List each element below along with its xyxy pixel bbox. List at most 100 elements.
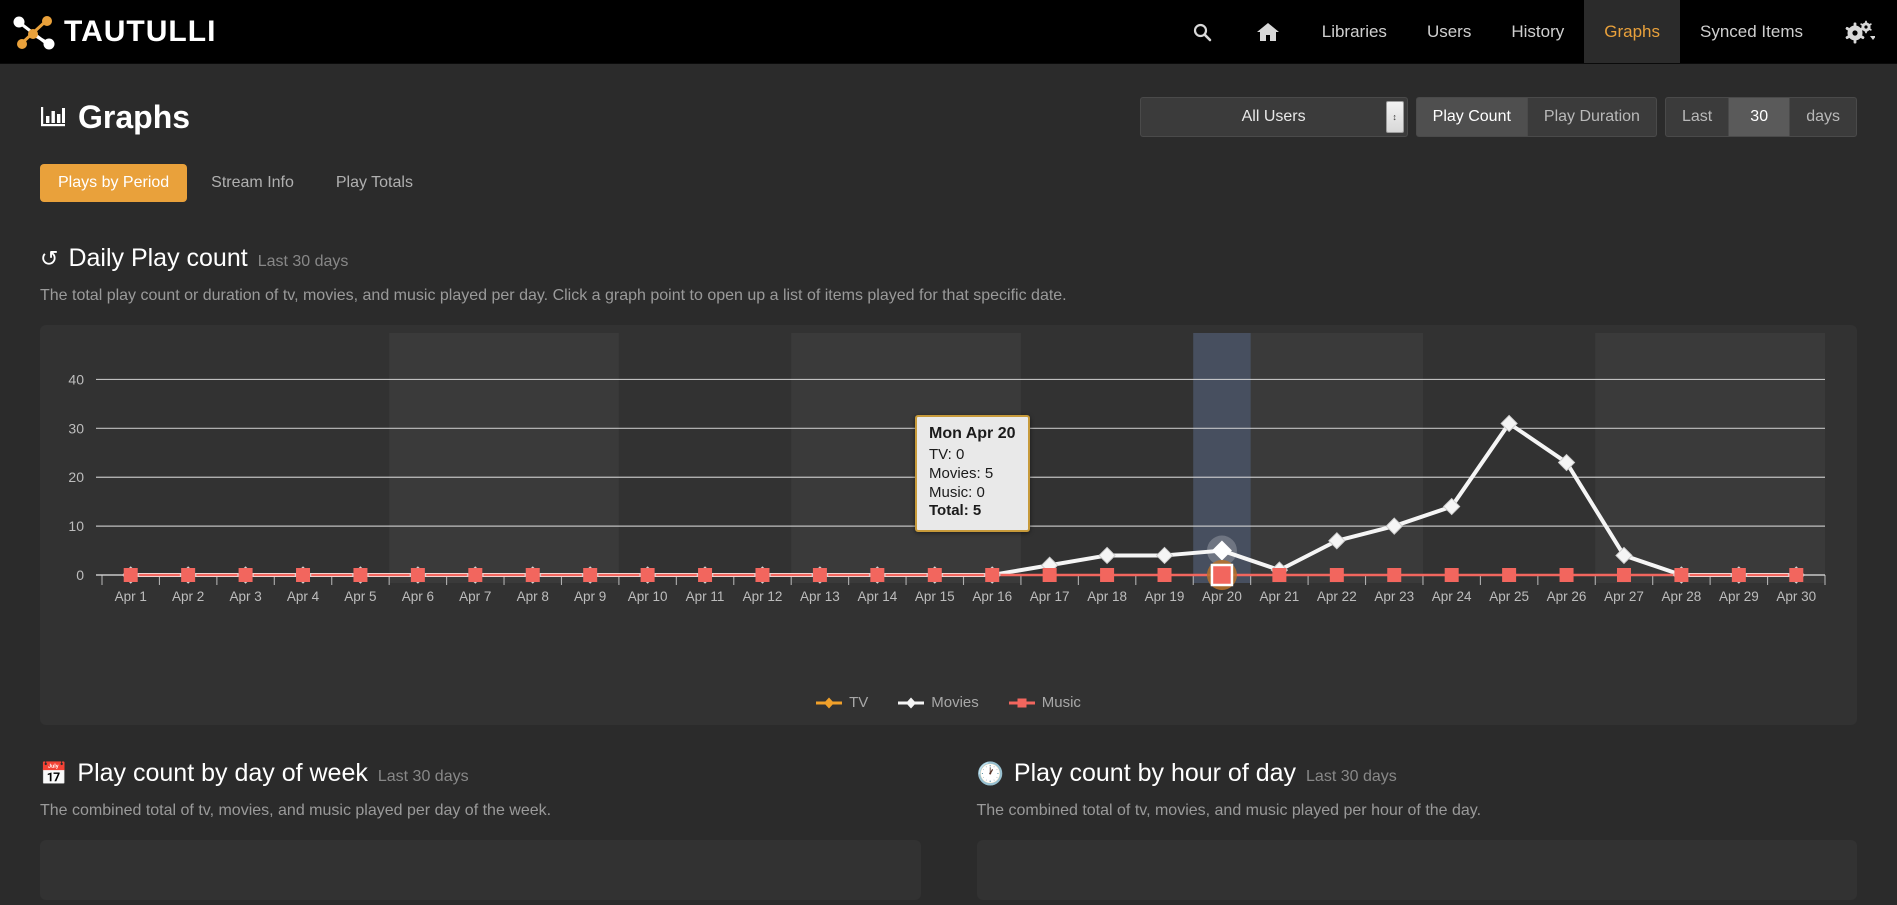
user-filter-select[interactable]: All Users ↕: [1139, 97, 1408, 137]
chart-point[interactable]: [1502, 568, 1517, 582]
chart-point[interactable]: [985, 568, 1000, 582]
chart-point[interactable]: [698, 568, 713, 582]
svg-text:Apr 10: Apr 10: [628, 589, 668, 604]
nav-item-graphs[interactable]: Graphs: [1584, 0, 1680, 63]
chart-point[interactable]: [812, 568, 827, 582]
bottom-graphs-row: 📅 Play count by day of week Last 30 days…: [40, 759, 1857, 900]
chart-point[interactable]: [870, 568, 885, 582]
chart-point[interactable]: [1444, 568, 1459, 582]
legend-label-tv: TV: [849, 694, 869, 711]
svg-text:Apr 6: Apr 6: [402, 589, 434, 604]
top-navbar: TAUTULLI Libraries Users History Graphs …: [0, 0, 1897, 64]
svg-text:Apr 1: Apr 1: [115, 589, 147, 604]
chart-point[interactable]: [1674, 568, 1689, 582]
chart-point[interactable]: [1100, 568, 1115, 582]
bar-chart-icon: [41, 107, 65, 127]
svg-text:Apr 28: Apr 28: [1662, 589, 1702, 604]
svg-text:40: 40: [68, 371, 84, 387]
chart-point[interactable]: [296, 568, 311, 582]
home-button[interactable]: [1234, 0, 1302, 63]
search-button[interactable]: [1170, 0, 1234, 63]
svg-text:Apr 7: Apr 7: [459, 589, 491, 604]
nav-item-libraries[interactable]: Libraries: [1302, 0, 1407, 63]
chart-point[interactable]: [525, 568, 540, 582]
day-of-week-header: 📅 Play count by day of week Last 30 days: [40, 759, 921, 788]
svg-text:Apr 24: Apr 24: [1432, 589, 1472, 604]
day-of-week-chart[interactable]: [40, 840, 921, 900]
svg-text:Apr 5: Apr 5: [344, 589, 376, 604]
play-count-button[interactable]: Play Count: [1415, 97, 1528, 137]
metric-button-group: Play Count Play Duration: [1415, 97, 1657, 137]
svg-text:Apr 2: Apr 2: [172, 589, 204, 604]
days-input[interactable]: [1729, 97, 1790, 137]
chart-point[interactable]: [640, 568, 655, 582]
chart-point[interactable]: [1789, 568, 1804, 582]
chart-point[interactable]: [755, 568, 770, 582]
chart-point[interactable]: [583, 568, 598, 582]
day-of-week-section: 📅 Play count by day of week Last 30 days…: [40, 759, 921, 900]
tab-stream-info[interactable]: Stream Info: [193, 164, 312, 202]
chart-point[interactable]: [927, 568, 942, 582]
legend-item-music[interactable]: Music: [1008, 694, 1081, 711]
nav-item-synced-items[interactable]: Synced Items: [1680, 0, 1823, 63]
legend-marker-movies-icon: [898, 697, 925, 708]
svg-text:Apr 9: Apr 9: [574, 589, 606, 604]
hour-of-day-subtitle: Last 30 days: [1306, 768, 1397, 785]
svg-text:Apr 13: Apr 13: [800, 589, 840, 604]
legend-label-movies: Movies: [931, 694, 979, 711]
nav-item-history[interactable]: History: [1491, 0, 1584, 63]
chart-point[interactable]: [123, 568, 138, 582]
chart-point[interactable]: [1157, 568, 1172, 582]
chart-point[interactable]: [1329, 568, 1344, 582]
svg-text:Apr 14: Apr 14: [857, 589, 897, 604]
chart-point[interactable]: [181, 568, 196, 582]
legend-marker-music-icon: [1008, 698, 1035, 707]
tab-play-totals[interactable]: Play Totals: [318, 164, 431, 202]
chart-point-hovered-music[interactable]: [1210, 563, 1234, 587]
chart-point[interactable]: [353, 568, 368, 582]
chart-point[interactable]: [468, 568, 483, 582]
brand-text: TAUTULLI: [64, 14, 217, 48]
legend-item-movies[interactable]: Movies: [898, 694, 979, 711]
svg-text:Apr 30: Apr 30: [1776, 589, 1816, 604]
nav-item-users[interactable]: Users: [1407, 0, 1491, 63]
home-icon: [1256, 22, 1279, 41]
clock-icon: 🕐: [976, 761, 1004, 786]
calendar-icon: 📅: [40, 761, 68, 786]
svg-text:Apr 26: Apr 26: [1547, 589, 1587, 604]
hour-of-day-title: Play count by hour of day: [1013, 759, 1297, 787]
svg-text:Apr 20: Apr 20: [1202, 589, 1242, 604]
chart-legend: TV Movies Music: [40, 694, 1857, 711]
play-duration-button[interactable]: Play Duration: [1527, 97, 1657, 137]
svg-text:Apr 15: Apr 15: [915, 589, 955, 604]
tautulli-logo-icon: [13, 15, 55, 49]
chart-point[interactable]: [238, 568, 253, 582]
svg-text:Apr 8: Apr 8: [517, 589, 549, 604]
legend-label-music: Music: [1041, 694, 1081, 711]
daily-play-count-title: Daily Play count: [68, 244, 248, 272]
chart-point[interactable]: [1616, 568, 1631, 582]
daily-play-count-chart[interactable]: 0 10 20 30 40 Apr 1 Apr 2 Apr 3 Apr 4 Apr 5 Apr 6 A…: [40, 325, 1857, 725]
daily-play-count-header: ↺ Daily Play count Last 30 days: [40, 244, 1857, 273]
chart-point[interactable]: [1272, 568, 1287, 582]
chart-point[interactable]: [410, 568, 425, 582]
chart-point[interactable]: [1559, 568, 1574, 582]
chart-point[interactable]: [1098, 546, 1116, 565]
brand-logo[interactable]: TAUTULLI: [0, 0, 216, 63]
daily-play-count-subtitle: Last 30 days: [257, 253, 349, 270]
chart-point[interactable]: [1731, 568, 1746, 582]
hour-of-day-description: The combined total of tv, movies, and mu…: [976, 802, 1482, 819]
last-label: Last: [1664, 97, 1730, 137]
settings-menu-button[interactable]: [1823, 0, 1897, 63]
legend-item-tv[interactable]: TV: [816, 694, 868, 711]
spinner-updown-icon[interactable]: ↕: [1385, 101, 1404, 133]
chart-point[interactable]: [1155, 546, 1174, 565]
tab-plays-by-period[interactable]: Plays by Period: [40, 164, 188, 202]
svg-text:Apr 11: Apr 11: [686, 589, 725, 604]
chart-point[interactable]: [1387, 568, 1402, 582]
hour-of-day-chart[interactable]: [976, 840, 1857, 900]
daily-play-count-plot[interactable]: 0 10 20 30 40 Apr 1 Apr 2 Apr 3 Apr 4 Apr 5 Apr 6 A…: [40, 325, 1857, 725]
hour-of-day-header: 🕐 Play count by hour of day Last 30 days: [977, 759, 1858, 788]
chart-point[interactable]: [1042, 568, 1057, 582]
svg-text:0: 0: [76, 567, 84, 583]
